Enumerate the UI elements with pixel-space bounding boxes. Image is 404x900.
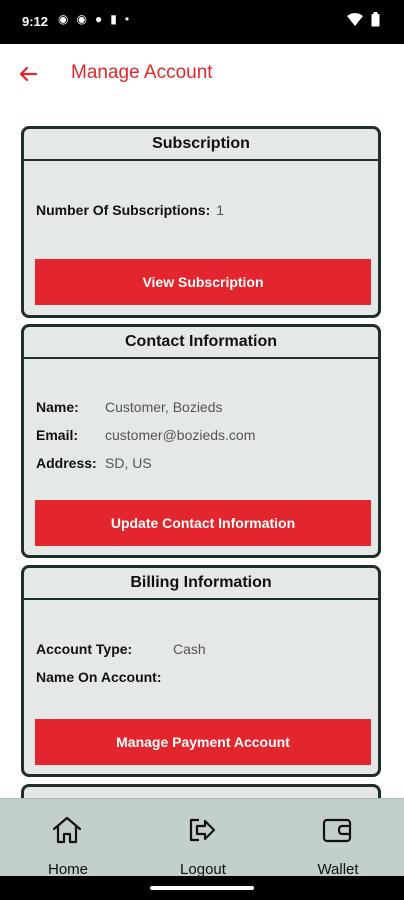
contact-name-row: Name: Customer, Bozieds (36, 399, 223, 415)
home-icon (52, 816, 82, 844)
page-title: Manage Account (71, 62, 213, 83)
contact-name-value: Customer, Bozieds (105, 399, 223, 415)
wifi-icon (347, 12, 363, 26)
contact-email-value: customer@bozieds.com (105, 427, 256, 443)
subscription-card-title: Subscription (24, 129, 378, 161)
status-system-icons (347, 12, 380, 27)
more-dot-icon: • (124, 12, 130, 26)
logout-icon (189, 818, 216, 842)
google-icon: ● (94, 12, 103, 26)
contact-address-row: Address: SD, US (36, 455, 152, 471)
subscriptions-count-row: Number Of Subscriptions: 1 (36, 202, 224, 218)
nav-logout[interactable]: Logout (148, 799, 258, 878)
name-on-account-row: Name On Account: (36, 669, 173, 685)
contact-email-row: Email: customer@bozieds.com (36, 427, 255, 443)
nav-home[interactable]: Home (13, 799, 123, 878)
gesture-bar (0, 876, 404, 900)
status-bar: 9:12 ◉ ◉ ● ▮ • (0, 0, 404, 44)
app-header: Manage Account (0, 44, 404, 104)
bottom-navigation: Home Logout Wallet (0, 798, 404, 878)
contact-name-label: Name: (36, 399, 79, 415)
name-on-account-label: Name On Account: (36, 669, 162, 685)
contact-email-label: Email: (36, 427, 79, 443)
account-type-value: Cash (173, 641, 206, 657)
contact-information-card: Contact Information Name: Customer, Bozi… (21, 324, 381, 558)
update-contact-information-button[interactable]: Update Contact Information (35, 500, 371, 546)
contact-address-label: Address: (36, 455, 97, 471)
view-subscription-button[interactable]: View Subscription (35, 259, 371, 305)
battery-icon (371, 12, 380, 27)
account-type-row: Account Type: Cash (36, 641, 206, 657)
billing-information-card: Billing Information Account Type: Cash N… (21, 565, 381, 777)
notification-icon: ◉ (58, 12, 69, 26)
status-notification-icons: ◉ ◉ ● ▮ • (58, 12, 129, 26)
subscriptions-count-label: Number Of Subscriptions: (36, 202, 211, 218)
nav-wallet[interactable]: Wallet (283, 799, 393, 878)
manage-payment-account-button[interactable]: Manage Payment Account (35, 719, 371, 765)
wallet-icon (322, 818, 352, 843)
home-gesture-handle[interactable] (150, 886, 254, 890)
contact-card-title: Contact Information (24, 327, 378, 359)
device-icon: ▮ (110, 12, 117, 26)
contact-address-value: SD, US (105, 455, 152, 471)
back-arrow-icon[interactable] (16, 62, 40, 86)
subscriptions-count-value: 1 (216, 202, 225, 218)
subscription-card: Subscription Number Of Subscriptions: 1 … (21, 126, 381, 318)
status-time: 9:12 (22, 14, 49, 29)
app-icon: ◉ (76, 12, 87, 26)
billing-card-title: Billing Information (24, 568, 378, 600)
account-type-label: Account Type: (36, 641, 133, 657)
